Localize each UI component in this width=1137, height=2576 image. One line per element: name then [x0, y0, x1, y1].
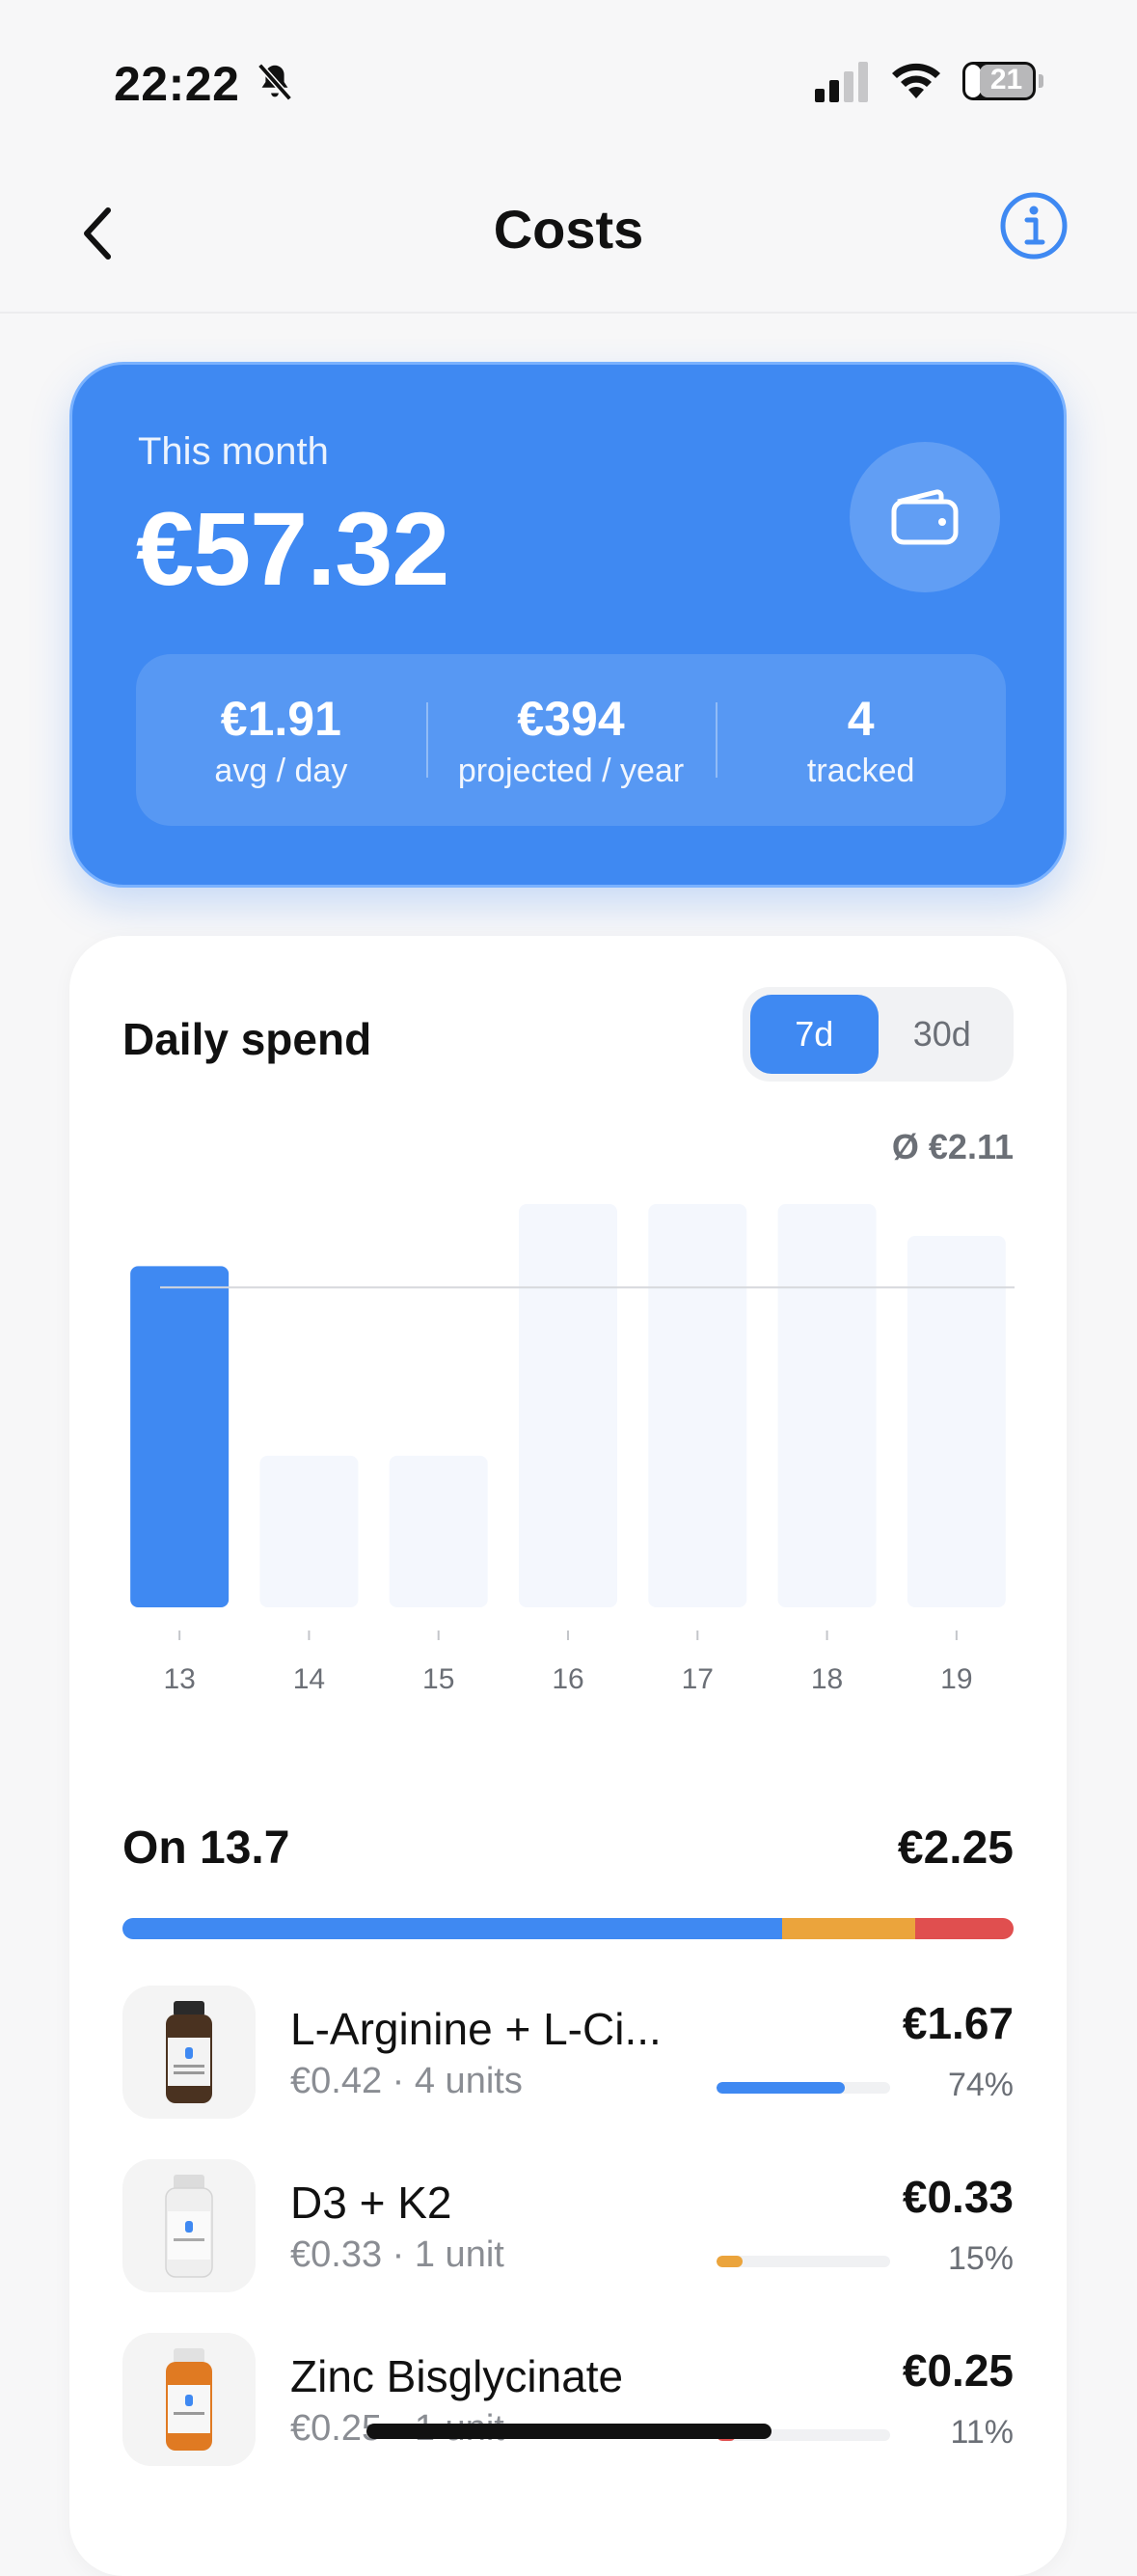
daily-spend-chart: 13 14 15 16 17 18 19 — [130, 1204, 1015, 1695]
chart-bar-16[interactable] — [519, 1204, 617, 1607]
chart-bar-17[interactable] — [648, 1204, 747, 1607]
product-thumbnail — [122, 2159, 256, 2292]
bottle-dark-icon — [166, 2001, 212, 2103]
chart-bar-15[interactable] — [389, 1455, 488, 1607]
cellular-signal-icon — [815, 62, 868, 102]
share-percent: 15% — [947, 2240, 1014, 2277]
breakdown-segment — [781, 1918, 916, 1939]
selected-day-title: On 13.7 — [122, 1822, 290, 1874]
stat-value: €394 — [517, 691, 625, 746]
battery-level: 21 — [989, 64, 1023, 96]
selected-day-total: €2.25 — [897, 1822, 1014, 1874]
supplement-row[interactable]: L-Arginine + L-Ci... €0.42 · 4 units €1.… — [122, 1986, 1014, 2121]
breakdown-segment — [915, 1918, 1014, 1939]
x-tick-label: 13 — [163, 1663, 195, 1695]
supplement-name: L-Arginine + L-Ci... — [290, 2004, 662, 2054]
month-total: €57.32 — [136, 490, 449, 607]
supplement-row[interactable]: Zinc Bisglycinate €0.25 · 1 unit €0.25 1… — [122, 2333, 1014, 2468]
share-percent: 74% — [947, 2067, 1014, 2103]
supplement-amount: €1.67 — [902, 1998, 1014, 2048]
x-tick-label: 18 — [811, 1663, 843, 1695]
x-tick-label: 14 — [293, 1663, 325, 1695]
stat-value: 4 — [847, 691, 875, 746]
home-indicator — [366, 2424, 772, 2439]
stats-row: €1.91 avg / day €394 projected / year 4 … — [136, 654, 1006, 826]
share-bar — [717, 2082, 890, 2094]
page-title: Costs — [493, 199, 644, 260]
supplement-amount: €0.25 — [902, 2345, 1014, 2396]
navigation-bar: Costs — [0, 169, 1137, 314]
supplement-name: Zinc Bisglycinate — [290, 2351, 624, 2401]
day-breakdown-bar — [122, 1918, 1014, 1939]
breakdown-segment — [122, 1918, 782, 1939]
chart-bar-14[interactable] — [259, 1455, 359, 1607]
share-percent: 11% — [950, 2414, 1014, 2451]
month-label: This month — [138, 430, 329, 473]
chart-bar-18[interactable] — [777, 1204, 877, 1607]
wallet-badge — [850, 442, 1000, 592]
share-bar-fill — [717, 2256, 743, 2267]
supplement-unit-cost: €0.33 · 1 unit — [290, 2234, 504, 2275]
info-icon[interactable] — [998, 190, 1069, 261]
supplement-name: D3 + K2 — [290, 2178, 452, 2228]
share-bar-fill — [717, 2082, 846, 2094]
chart-bar-19[interactable] — [907, 1236, 1006, 1607]
bottle-white-icon — [165, 2175, 213, 2278]
x-tick-label: 19 — [940, 1663, 972, 1695]
stat-value: €1.91 — [220, 691, 341, 746]
product-thumbnail — [122, 1986, 256, 2119]
stat-avg-day: €1.91 avg / day — [136, 654, 426, 826]
month-summary-card: This month €57.32 €1.91 avg / day €394 p… — [69, 362, 1067, 888]
status-time: 22:22 — [114, 57, 240, 111]
product-thumbnail — [122, 2333, 256, 2466]
supplement-row[interactable]: D3 + K2 €0.33 · 1 unit €0.33 15% — [122, 2159, 1014, 2294]
bottle-orange-icon — [166, 2348, 212, 2451]
chart-bar-13[interactable] — [130, 1266, 230, 1607]
x-tick-label: 16 — [552, 1663, 583, 1695]
x-tick-label: 17 — [682, 1663, 714, 1695]
supplement-amount: €0.33 — [902, 2172, 1014, 2222]
wallet-icon — [891, 489, 959, 545]
wifi-icon — [892, 63, 940, 98]
bell-muted-icon — [257, 63, 292, 101]
stat-projected-year: €394 projected / year — [425, 654, 717, 826]
daily-spend-card: Daily spend 7d 30d Ø €2.11 13 14 15 16 17 18 1… — [69, 936, 1067, 2576]
stat-label: projected / year — [457, 752, 685, 789]
stat-tracked: 4 tracked — [716, 654, 1006, 826]
x-tick-label: 15 — [422, 1663, 454, 1695]
stat-label: tracked — [806, 752, 915, 789]
stat-label: avg / day — [214, 752, 348, 789]
battery-indicator: 21 — [962, 62, 1043, 100]
share-bar — [717, 2256, 890, 2267]
status-bar: 22:22 21 — [0, 0, 1137, 169]
supplement-unit-cost: €0.42 · 4 units — [290, 2061, 523, 2101]
